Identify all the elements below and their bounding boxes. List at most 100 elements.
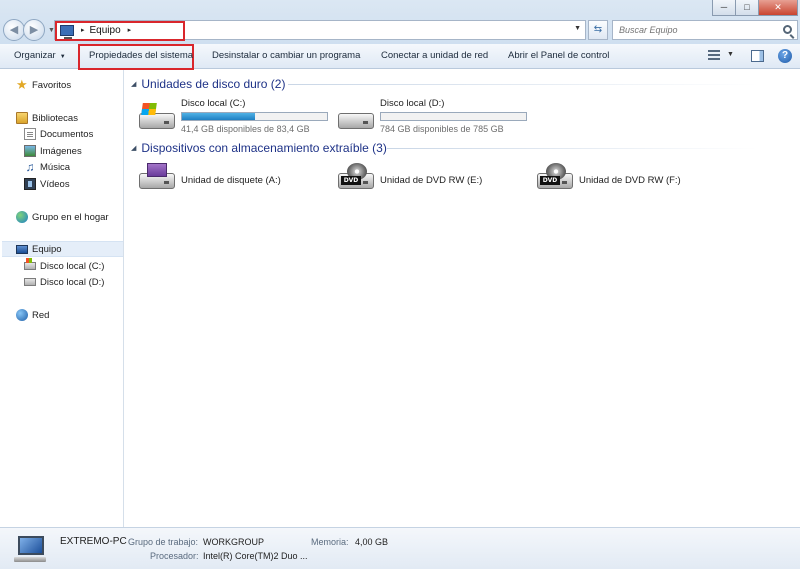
floppy-drive-tile[interactable]: Unidad de disquete (A:) (139, 163, 329, 197)
dvd-drive-e-name: Unidad de DVD RW (E:) (380, 175, 483, 186)
chevron-down-icon: ▼ (59, 54, 66, 60)
collapse-icon[interactable]: ◢ (131, 144, 136, 152)
group-divider (387, 148, 758, 149)
search-icon[interactable] (783, 25, 792, 34)
group-divider (288, 84, 758, 85)
address-dropdown-icon[interactable]: ▼ (574, 25, 581, 32)
drive-c-usage-bar (181, 112, 328, 121)
refresh-button[interactable]: ⇆ (588, 20, 608, 40)
help-icon[interactable]: ? (778, 49, 792, 63)
nav-label: Documentos (40, 128, 94, 140)
title-bar: ─ □ ✕ ◀ ▶ ▼ ▸ Equipo ▸ ▼ ⇆ (0, 0, 800, 44)
drive-d-name: Disco local (D:) (380, 98, 445, 109)
memory-label: Memoria: (311, 537, 349, 547)
drive-c-icon (24, 258, 36, 270)
collapse-icon[interactable]: ◢ (131, 80, 136, 88)
processor-value: Intel(R) Core(TM)2 Duo ... (203, 551, 308, 561)
nav-drive-c[interactable]: Disco local (C:) (24, 258, 104, 274)
documents-icon (24, 128, 36, 140)
hard-drives-group-header[interactable]: ◢ Unidades de disco duro (2) (131, 77, 285, 91)
group-title: Unidades de disco duro (2) (141, 77, 286, 91)
nav-label: Grupo en el hogar (32, 211, 109, 223)
nav-network[interactable]: Red (16, 307, 49, 323)
computer-name: EXTREMO-PC (60, 536, 127, 547)
nav-videos[interactable]: Vídeos (24, 176, 70, 192)
drive-d-icon (24, 278, 36, 286)
floppy-drive-icon (139, 163, 175, 191)
close-button[interactable]: ✕ (758, 0, 798, 16)
dvd-badge: DVD (540, 176, 560, 185)
content-pane: ◢ Unidades de disco duro (2) Disco local… (125, 70, 800, 527)
nav-drive-d[interactable]: Disco local (D:) (24, 274, 104, 290)
map-network-drive-button[interactable]: Conectar a unidad de red (381, 50, 488, 61)
window-controls: ─ □ ✕ (712, 0, 798, 16)
navigation-pane: ★ Favoritos Bibliotecas Documentos Imáge… (0, 70, 124, 527)
windows-logo-icon (141, 103, 157, 115)
uninstall-program-button[interactable]: Desinstalar o cambiar un programa (212, 50, 360, 61)
drive-d-free-space: 784 GB disponibles de 785 GB (380, 124, 504, 134)
breadcrumb-separator-trailing[interactable]: ▸ (128, 26, 132, 34)
minimize-button[interactable]: ─ (712, 0, 736, 16)
nav-homegroup[interactable]: Grupo en el hogar (16, 209, 109, 225)
forward-button[interactable]: ▶ (23, 19, 45, 41)
back-button[interactable]: ◀ (3, 19, 25, 41)
dvd-drive-f-tile[interactable]: DVD Unidad de DVD RW (F:) (537, 163, 727, 197)
drive-c-tile[interactable]: Disco local (C:) 41,4 GB disponibles de … (139, 97, 329, 137)
network-icon (16, 309, 28, 321)
nav-favorites[interactable]: ★ Favoritos (16, 77, 71, 93)
system-properties-button[interactable]: Propiedades del sistema (89, 50, 193, 61)
organize-label: Organizar (14, 50, 56, 61)
nav-libraries[interactable]: Bibliotecas (16, 110, 78, 126)
hard-drive-windows-icon (139, 103, 175, 131)
view-options-dropdown[interactable]: ▼ (727, 51, 734, 58)
hard-drive-icon (338, 103, 374, 131)
nav-images[interactable]: Imágenes (24, 143, 82, 159)
nav-label: Vídeos (40, 178, 70, 190)
breadcrumb-separator[interactable]: ▸ (81, 26, 85, 34)
dvd-drive-e-tile[interactable]: DVD Unidad de DVD RW (E:) (338, 163, 528, 197)
nav-label: Música (40, 161, 71, 173)
dvd-badge: DVD (341, 176, 361, 185)
floppy-drive-name: Unidad de disquete (A:) (181, 175, 281, 186)
nav-music[interactable]: ♫ Música (24, 159, 71, 175)
drive-d-usage-bar (380, 112, 527, 121)
search-input[interactable] (619, 25, 779, 35)
command-bar: Organizar ▼ Propiedades del sistema Desin… (0, 44, 800, 70)
breadcrumb-equipo[interactable]: Equipo (90, 25, 121, 36)
nav-label: Favoritos (32, 79, 72, 91)
change-view-icon[interactable] (708, 50, 722, 62)
nav-label: Red (32, 309, 50, 321)
drive-c-usage-fill (182, 113, 256, 120)
computer-icon (60, 24, 74, 39)
organize-menu[interactable]: Organizar ▼ (14, 50, 66, 61)
search-box[interactable] (612, 20, 798, 40)
music-icon: ♫ (25, 160, 35, 174)
dvd-drive-icon: DVD (537, 163, 573, 191)
workgroup-value: WORKGROUP (203, 537, 265, 547)
address-bar[interactable]: ▸ Equipo ▸ ▼ (54, 20, 586, 41)
nav-label: Equipo (32, 243, 62, 255)
group-title: Dispositivos con almacenamiento extraíbl… (141, 141, 387, 155)
libraries-icon (16, 112, 28, 124)
nav-label: Imágenes (40, 145, 82, 157)
dvd-drive-icon: DVD (338, 163, 374, 191)
details-pane: EXTREMO-PC Grupo de trabajo: WORKGROUP M… (0, 527, 800, 569)
explorer-window: ─ □ ✕ ◀ ▶ ▼ ▸ Equipo ▸ ▼ ⇆ Organizar▼ Pr… (0, 0, 800, 569)
nav-computer[interactable]: Equipo (2, 241, 123, 257)
drive-c-name: Disco local (C:) (181, 98, 246, 109)
processor-label: Procesador: (150, 551, 199, 561)
workgroup-label: Grupo de trabajo: (128, 537, 199, 547)
star-icon: ★ (16, 77, 28, 92)
computer-icon (16, 244, 28, 254)
nav-documents[interactable]: Documentos (24, 126, 93, 142)
computer-icon (14, 536, 46, 562)
dvd-drive-f-name: Unidad de DVD RW (F:) (579, 175, 681, 186)
preview-pane-icon[interactable] (751, 50, 764, 62)
navigation-buttons: ◀ ▶ ▼ (3, 19, 55, 41)
drive-d-tile[interactable]: Disco local (D:) 784 GB disponibles de 7… (338, 97, 528, 137)
homegroup-icon (16, 211, 28, 223)
maximize-button[interactable]: □ (735, 0, 759, 16)
videos-icon (24, 178, 36, 190)
removable-group-header[interactable]: ◢ Dispositivos con almacenamiento extraí… (131, 141, 387, 155)
open-control-panel-button[interactable]: Abrir el Panel de control (508, 50, 609, 61)
